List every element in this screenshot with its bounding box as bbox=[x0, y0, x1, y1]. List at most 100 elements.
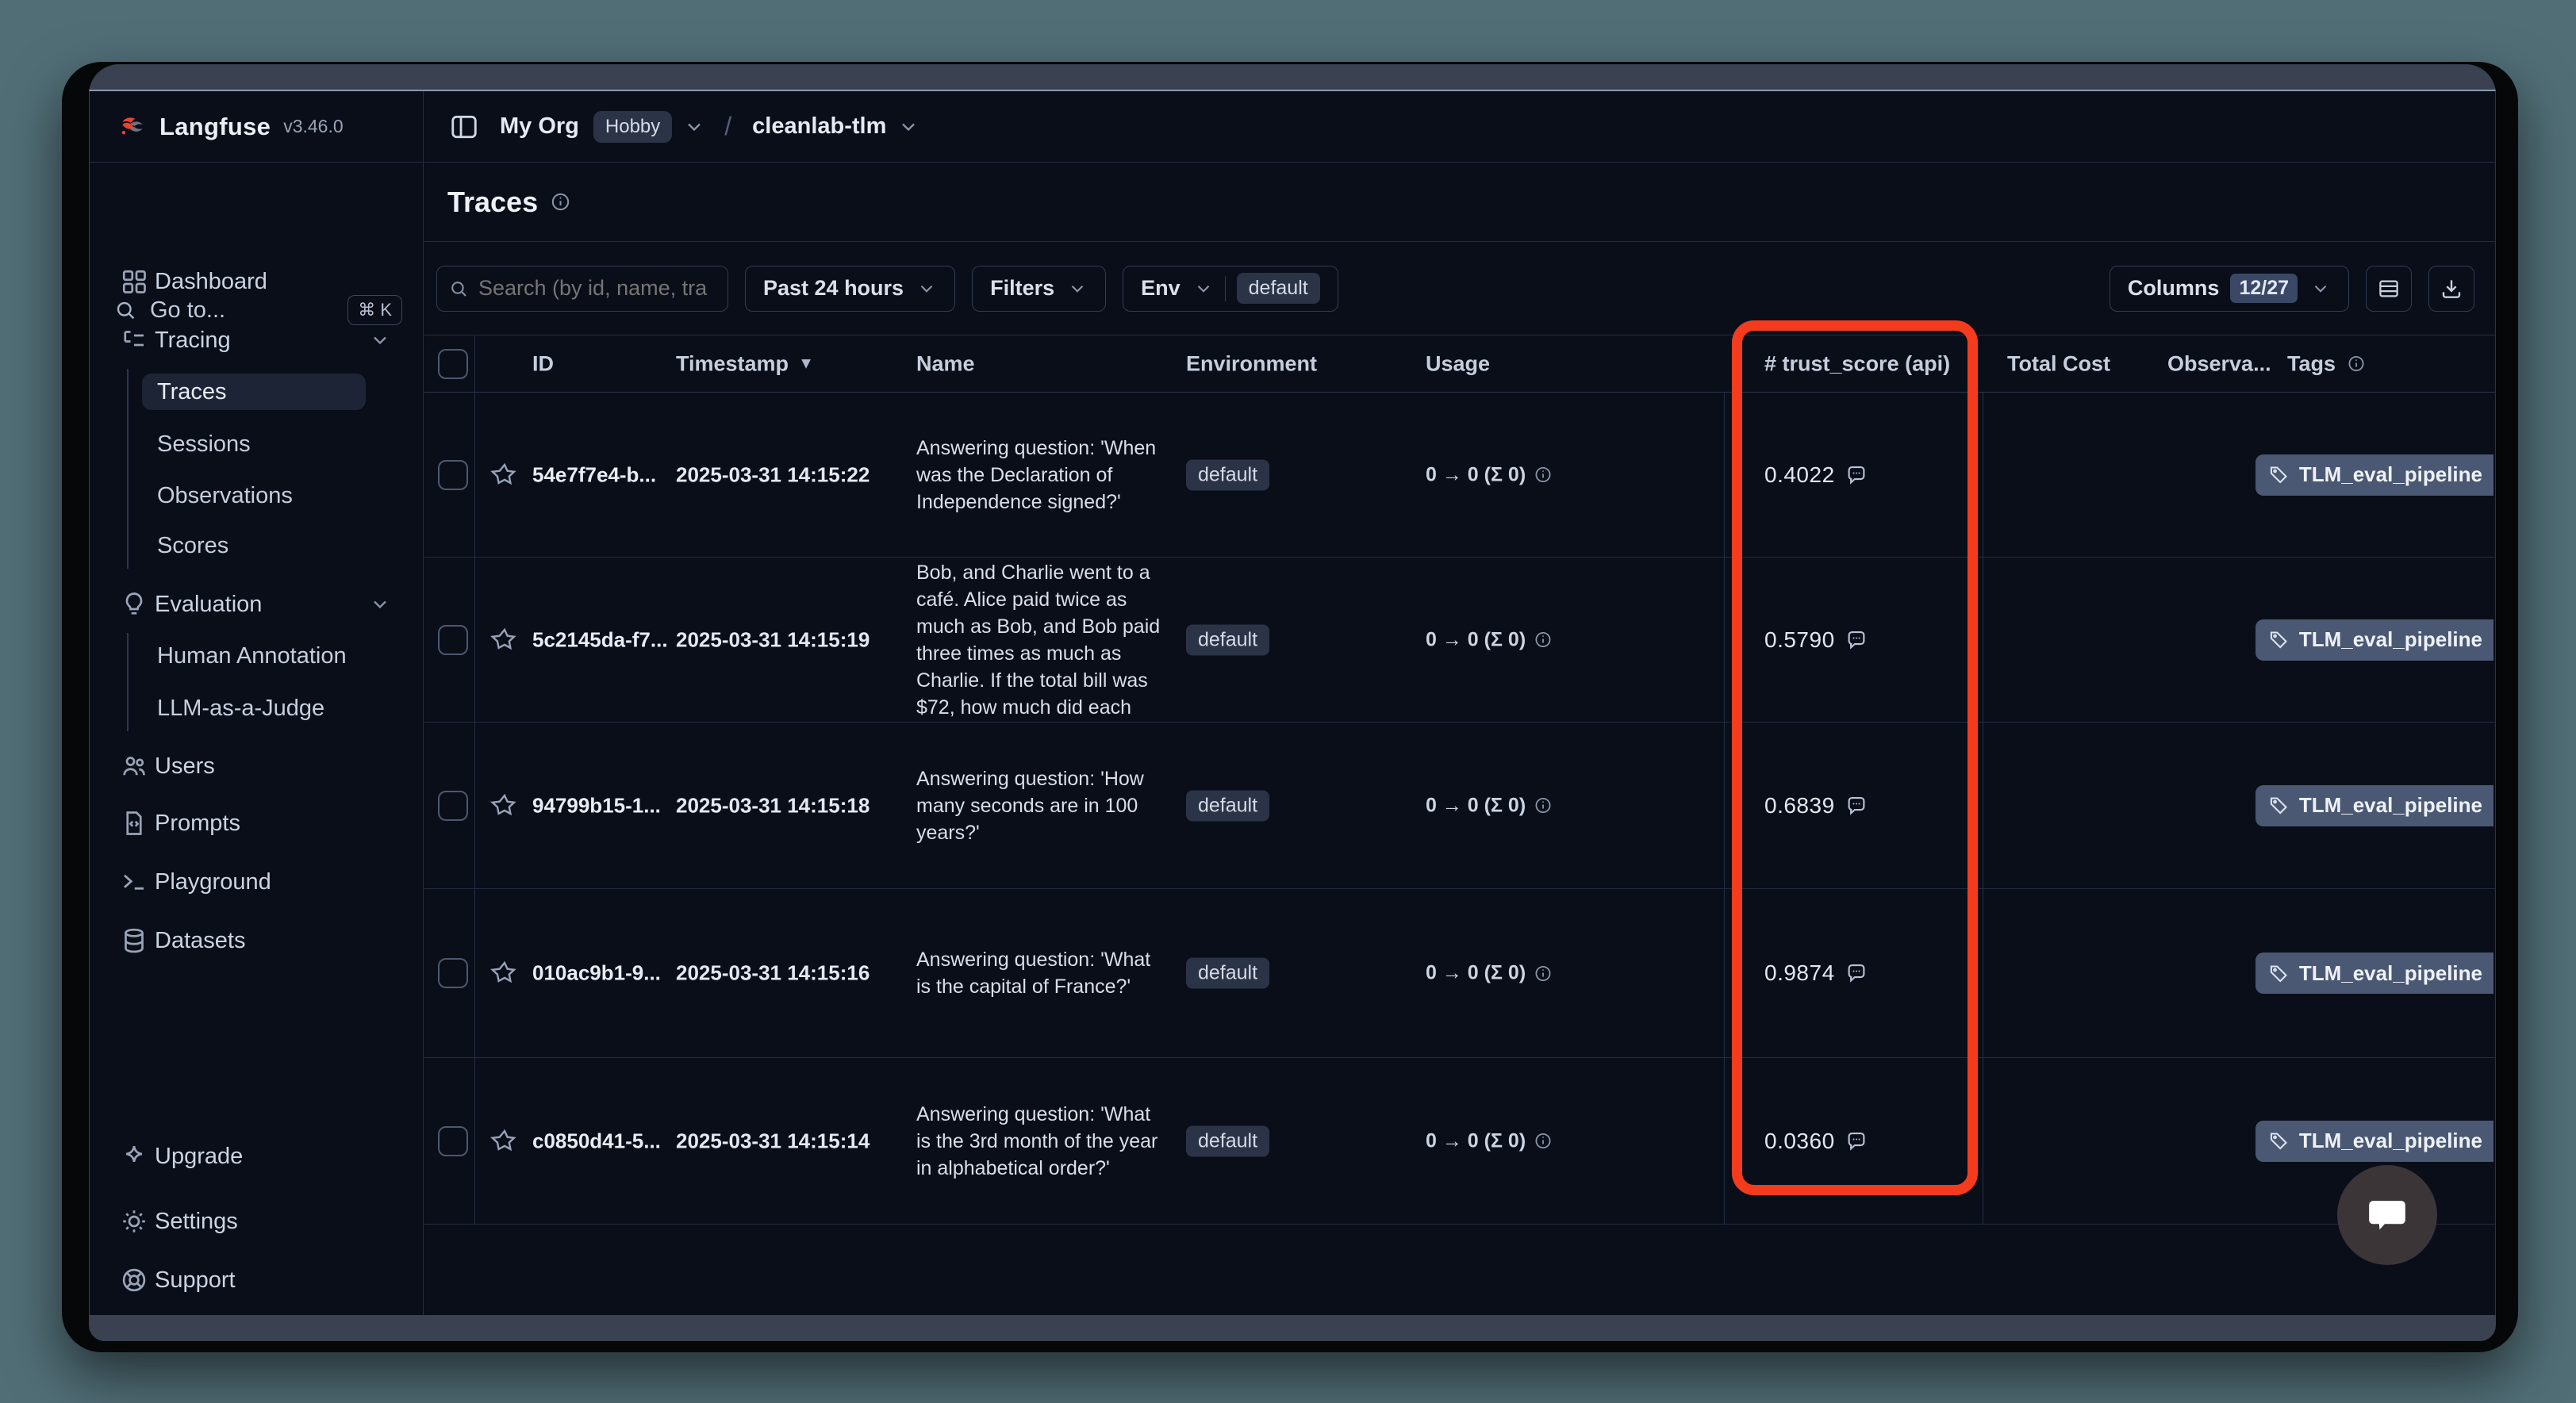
table-row[interactable]: 94799b15-1... 2025-03-31 14:15:18 Answer… bbox=[424, 723, 2495, 889]
sidebar-item-observations[interactable]: Observations bbox=[142, 477, 366, 514]
comment-bubble-icon[interactable] bbox=[1845, 961, 1868, 985]
column-header-name[interactable]: Name bbox=[916, 351, 975, 376]
trace-id[interactable]: 54e7f7e4-b... bbox=[532, 462, 656, 487]
bookmark-star-icon[interactable] bbox=[490, 792, 517, 819]
tag-label: TLM_eval_pipeline bbox=[2299, 1129, 2482, 1153]
table-row[interactable]: 010ac9b1-9... 2025-03-31 14:15:16 Answer… bbox=[424, 889, 2495, 1058]
select-all-checkbox[interactable] bbox=[438, 349, 468, 379]
column-header-environment[interactable]: Environment bbox=[1186, 351, 1317, 376]
row-checkbox[interactable] bbox=[438, 791, 468, 821]
nav-guide-line bbox=[127, 369, 129, 569]
trust-score-cell: 0.6839 bbox=[1764, 793, 1868, 818]
filters-button[interactable]: Filters bbox=[972, 266, 1106, 312]
trace-id[interactable]: 010ac9b1-9... bbox=[532, 961, 661, 986]
sidebar-item-playground[interactable]: Playground bbox=[113, 859, 391, 905]
search-input-wrapper[interactable] bbox=[436, 266, 728, 312]
export-button[interactable] bbox=[2428, 266, 2474, 312]
tag-icon bbox=[2268, 1130, 2290, 1152]
column-header-total-cost[interactable]: Total Cost bbox=[2007, 351, 2110, 376]
trace-timestamp: 2025-03-31 14:15:22 bbox=[676, 462, 870, 487]
comment-bubble-icon[interactable] bbox=[1845, 628, 1868, 652]
sidebar-item-llm-as-a-judge[interactable]: LLM-as-a-Judge bbox=[142, 690, 366, 726]
sidebar-item-scores[interactable]: Scores bbox=[142, 527, 366, 564]
info-icon[interactable] bbox=[1534, 964, 1553, 983]
project-name[interactable]: cleanlab-tlm bbox=[752, 113, 886, 140]
sidebar-item-support[interactable]: Support bbox=[113, 1257, 391, 1303]
table-row[interactable]: 54e7f7e4-b... 2025-03-31 14:15:22 Answer… bbox=[424, 393, 2495, 558]
bookmark-star-icon[interactable] bbox=[490, 1128, 517, 1155]
column-header-trust-score[interactable]: # trust_score (api) bbox=[1764, 351, 1950, 376]
sidebar-toggle-icon[interactable] bbox=[449, 112, 479, 142]
sidebar-item-settings[interactable]: Settings bbox=[113, 1198, 391, 1244]
table-header-row: ID Timestamp ▼ Name Environment Usage # … bbox=[424, 335, 2495, 393]
table-row[interactable]: 5c2145da-f7... 2025-03-31 14:15:19 Bob, … bbox=[424, 558, 2495, 723]
row-height-button[interactable] bbox=[2366, 266, 2412, 312]
tag-label: TLM_eval_pipeline bbox=[2299, 462, 2482, 487]
chevron-down-icon[interactable] bbox=[897, 116, 919, 138]
trace-id[interactable]: 94799b15-1... bbox=[532, 793, 661, 818]
sidebar-item-datasets[interactable]: Datasets bbox=[113, 918, 391, 964]
info-icon[interactable] bbox=[1534, 631, 1553, 650]
column-header-observations[interactable]: Observa... bbox=[2167, 351, 2271, 376]
bookmark-star-icon[interactable] bbox=[490, 462, 517, 489]
info-icon[interactable] bbox=[550, 191, 571, 213]
sort-desc-icon: ▼ bbox=[798, 355, 814, 373]
bookmark-star-icon[interactable] bbox=[490, 627, 517, 654]
sidebar-item-upgrade[interactable]: Upgrade bbox=[113, 1133, 391, 1179]
table-row[interactable]: c0850d41-5... 2025-03-31 14:15:14 Answer… bbox=[424, 1058, 2495, 1225]
column-header-id[interactable]: ID bbox=[532, 351, 554, 376]
row-checkbox[interactable] bbox=[438, 1126, 468, 1156]
info-icon[interactable] bbox=[1534, 1132, 1553, 1151]
chevron-down-icon bbox=[1193, 278, 1214, 299]
usage-cell: 0 → 0 (Σ 0) bbox=[1426, 628, 1553, 651]
tag-chip[interactable]: TLM_eval_pipeline bbox=[2255, 1121, 2493, 1162]
tag-chip[interactable]: TLM_eval_pipeline bbox=[2255, 785, 2493, 826]
column-header-usage[interactable]: Usage bbox=[1426, 351, 1490, 376]
columns-button[interactable]: Columns 12/27 bbox=[2110, 266, 2349, 312]
info-icon[interactable] bbox=[1534, 796, 1553, 815]
tag-chip[interactable]: TLM_eval_pipeline bbox=[2255, 619, 2493, 661]
row-checkbox[interactable] bbox=[438, 460, 468, 490]
column-header-timestamp[interactable]: Timestamp ▼ bbox=[676, 351, 814, 376]
trace-name: Answering question: 'What is the 3rd mon… bbox=[916, 1101, 1170, 1182]
env-filter-button[interactable]: Env default bbox=[1123, 266, 1338, 312]
trust-score-cell: 0.0360 bbox=[1764, 1129, 1868, 1154]
sidebar-item-tracing[interactable]: Tracing bbox=[113, 317, 391, 363]
browser-window: Langfuse v3.46.0 Go to... ⌘ K Dashboard … bbox=[89, 64, 2496, 1341]
sidebar-item-human-annotation[interactable]: Human Annotation bbox=[142, 638, 366, 674]
column-header-tags[interactable]: Tags bbox=[2287, 351, 2366, 376]
tag-icon bbox=[2268, 963, 2290, 984]
sidebar-item-users[interactable]: Users bbox=[113, 743, 391, 789]
comment-bubble-icon[interactable] bbox=[1845, 794, 1868, 818]
info-icon[interactable] bbox=[1534, 466, 1553, 485]
org-plan-badge: Hobby bbox=[593, 111, 672, 143]
sidebar-item-sessions[interactable]: Sessions bbox=[142, 426, 366, 462]
row-height-icon bbox=[2377, 277, 2401, 301]
trace-timestamp: 2025-03-31 14:15:18 bbox=[676, 793, 870, 818]
chevron-down-icon bbox=[369, 593, 391, 615]
row-checkbox[interactable] bbox=[438, 958, 468, 988]
time-range-button[interactable]: Past 24 hours bbox=[745, 266, 955, 312]
sidebar-item-dashboard[interactable]: Dashboard bbox=[113, 259, 391, 305]
window-frame: Langfuse v3.46.0 Go to... ⌘ K Dashboard … bbox=[62, 62, 2518, 1352]
main-panel: My Org Hobby / cleanlab-tlm Traces Past … bbox=[424, 91, 2495, 1315]
chevron-down-icon[interactable] bbox=[683, 116, 705, 138]
comment-bubble-icon[interactable] bbox=[1845, 463, 1868, 487]
sidebar-item-evaluation[interactable]: Evaluation bbox=[113, 581, 391, 627]
page-title: Traces bbox=[447, 186, 538, 219]
comment-bubble-icon[interactable] bbox=[1845, 1129, 1868, 1153]
trace-id[interactable]: 5c2145da-f7... bbox=[532, 627, 668, 652]
sidebar-item-prompts[interactable]: Prompts bbox=[113, 800, 391, 846]
search-input[interactable] bbox=[478, 276, 716, 301]
sidebar-item-traces[interactable]: Traces bbox=[142, 374, 366, 410]
trace-id[interactable]: c0850d41-5... bbox=[532, 1129, 661, 1153]
brand-name: Langfuse bbox=[159, 113, 271, 141]
chat-widget-button[interactable] bbox=[2337, 1165, 2437, 1265]
bookmark-star-icon[interactable] bbox=[490, 960, 517, 987]
tag-chip[interactable]: TLM_eval_pipeline bbox=[2255, 953, 2493, 994]
tag-chip[interactable]: TLM_eval_pipeline bbox=[2255, 454, 2493, 496]
tag-icon bbox=[2268, 629, 2290, 650]
org-name[interactable]: My Org bbox=[500, 113, 579, 140]
usage-cell: 0 → 0 (Σ 0) bbox=[1426, 962, 1553, 985]
row-checkbox[interactable] bbox=[438, 625, 468, 655]
